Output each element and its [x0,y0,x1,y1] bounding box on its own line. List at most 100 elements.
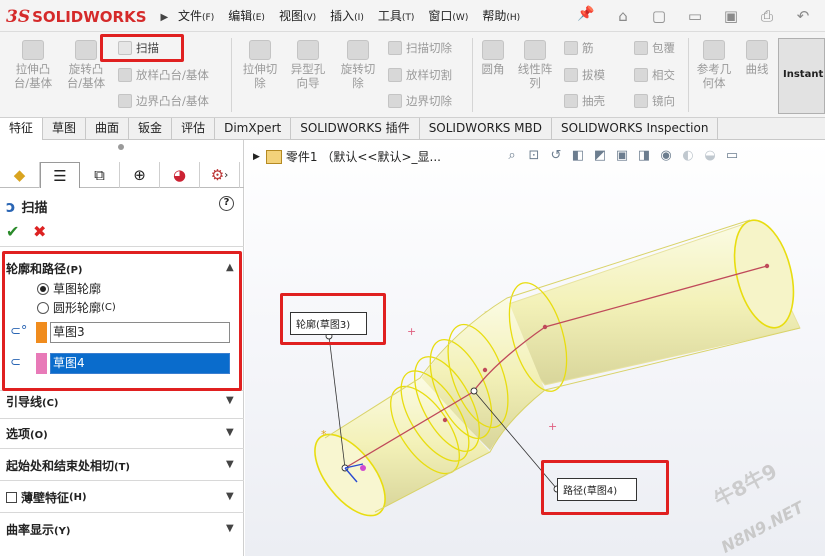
sweep-cut-button[interactable]: 扫描切除 [388,40,452,56]
menu-tools[interactable]: 工具(T) [378,7,415,24]
guide-curves-header[interactable]: 引导线(C) [6,393,59,410]
ribbon-divider [231,38,232,112]
pin-icon[interactable]: 📌 [577,6,594,22]
tab-mbd[interactable]: SOLIDWORKS MBD [420,118,552,140]
tab-addins[interactable]: SOLIDWORKS 插件 [291,118,420,140]
ribbon-divider [472,38,473,112]
section-divider [0,246,244,247]
tab-inspection[interactable]: SOLIDWORKS Inspection [552,118,719,140]
quick-access-toolbar: ⌂ ▢ ▭ ▣ ⎙ ↶ [612,5,825,27]
cam-manager-tab[interactable]: ⚙ › [200,162,240,188]
shell-icon [564,94,578,108]
linear-pattern-icon [524,40,546,60]
loft-boss-icon [118,68,132,82]
reference-geometry-button[interactable]: 参考几 何体 [692,40,736,90]
expand-chevron-icon[interactable]: ▼ [226,395,234,406]
menu-file[interactable]: 文件(F) [178,7,214,24]
extrude-boss-button[interactable]: 拉伸凸 台/基体 [8,40,58,90]
dimxpert-manager-tab[interactable]: ⊕ [120,162,160,188]
print-icon[interactable]: ⎙ [756,5,778,27]
logo-menu-arrow-icon[interactable]: ▶ [161,12,169,23]
expand-chevron-icon[interactable]: ▼ [226,427,234,438]
tab-features[interactable]: 特征 [0,118,44,140]
menu-bar: 文件(F) 编辑(E) 视图(V) 插入(I) 工具(T) 窗口(W) 帮助(H… [178,7,534,24]
instant3d-button[interactable]: Instant3D [778,38,825,114]
options-header[interactable]: 选项(O) [6,425,48,442]
ribbon-divider [688,38,689,112]
panel-title: ↄ 扫描 [6,197,48,216]
tab-dimxpert[interactable]: DimXpert [215,118,292,140]
color-wheel-icon: ◕ [172,166,187,184]
linear-pattern-button[interactable]: 线性阵 列 [512,40,558,90]
svg-text:+: + [548,420,557,433]
property-manager-tab[interactable]: ☰ [40,162,80,188]
help-icon[interactable]: ? [219,196,234,211]
open-folder-icon[interactable]: ▭ [684,5,706,27]
loft-boss-button[interactable]: 放样凸台/基体 [118,67,209,83]
rib-button[interactable]: 筋 [564,40,594,56]
menu-insert[interactable]: 插入(I) [330,7,364,24]
wrap-icon [634,41,648,55]
boundary-cut-button[interactable]: 边界切除 [388,93,452,109]
ok-button[interactable]: ✔ [6,222,19,241]
thin-feature-checkbox[interactable] [6,492,17,503]
loft-cut-button[interactable]: 放样切割 [388,67,452,83]
profile-path-highlight-box [2,251,242,391]
menu-view[interactable]: 视图(V) [279,7,316,24]
menu-help[interactable]: 帮助(H) [482,7,520,24]
revolve-cut-icon [347,40,369,60]
configuration-manager-tab[interactable]: ⧉ [80,162,120,188]
configuration-icon: ⧉ [94,166,105,184]
solidworks-logo[interactable]: 3S SOLIDWORKS ▶ [6,5,168,29]
profile-callout-highlight-box [280,293,386,345]
boundary-cut-icon [388,94,402,108]
section-divider [0,418,244,419]
wrap-button[interactable]: 包覆 [634,40,675,56]
undo-icon[interactable]: ↶ [792,5,814,27]
display-manager-tab[interactable]: ◕ [160,162,200,188]
expand-chevron-icon[interactable]: ▼ [226,523,234,534]
home-icon[interactable]: ⌂ [612,5,634,27]
new-document-icon[interactable]: ▢ [648,5,670,27]
fillet-button[interactable]: 圆角 [476,40,510,76]
extrude-cut-button[interactable]: 拉伸切 除 [236,40,284,90]
panel-grip[interactable] [118,144,124,150]
tab-evaluate[interactable]: 评估 [172,118,216,140]
tab-sheet-metal[interactable]: 钣金 [129,118,173,140]
cancel-button[interactable]: ✖ [33,222,46,241]
sweep-icon: ↄ [6,197,16,216]
draft-button[interactable]: 拔模 [564,67,605,83]
boundary-boss-icon [118,94,132,108]
sweep-cut-icon [388,41,402,55]
curves-button[interactable]: 曲线 [740,40,774,76]
section-divider [0,448,244,449]
revolve-boss-icon [75,40,97,60]
tab-sketch[interactable]: 草图 [43,118,87,140]
menu-window[interactable]: 窗口(W) [428,7,468,24]
thin-feature-header[interactable]: 薄壁特征 (H) [6,489,87,506]
section-divider [0,480,244,481]
mirror-button[interactable]: 镜向 [634,93,675,109]
svg-text:+: + [407,325,416,338]
hole-wizard-button[interactable]: 异型孔 向导 [284,40,332,90]
start-end-tangency-header[interactable]: 起始处和结束处相切(T) [6,457,130,474]
crosshair-icon: ⊕ [133,166,146,184]
sweep-highlight-box [100,34,184,62]
intersect-button[interactable]: 相交 [634,67,675,83]
extrude-cut-icon [249,40,271,60]
expand-chevron-icon[interactable]: ▼ [226,459,234,470]
mirror-icon [634,94,648,108]
loft-cut-icon [388,68,402,82]
tab-surfaces[interactable]: 曲面 [86,118,130,140]
revolve-cut-button[interactable]: 旋转切 除 [334,40,382,90]
extrude-boss-icon [22,40,44,60]
curvature-display-header[interactable]: 曲率显示(Y) [6,521,70,538]
menu-edit[interactable]: 编辑(E) [228,7,265,24]
path-callout-highlight-box [541,460,669,515]
save-icon[interactable]: ▣ [720,5,742,27]
cam-icon: ⚙ [210,166,225,184]
feature-manager-tab[interactable]: ◆ [0,162,40,188]
shell-button[interactable]: 抽壳 [564,93,605,109]
boundary-boss-button[interactable]: 边界凸台/基体 [118,93,209,109]
expand-chevron-icon[interactable]: ▼ [226,491,234,502]
